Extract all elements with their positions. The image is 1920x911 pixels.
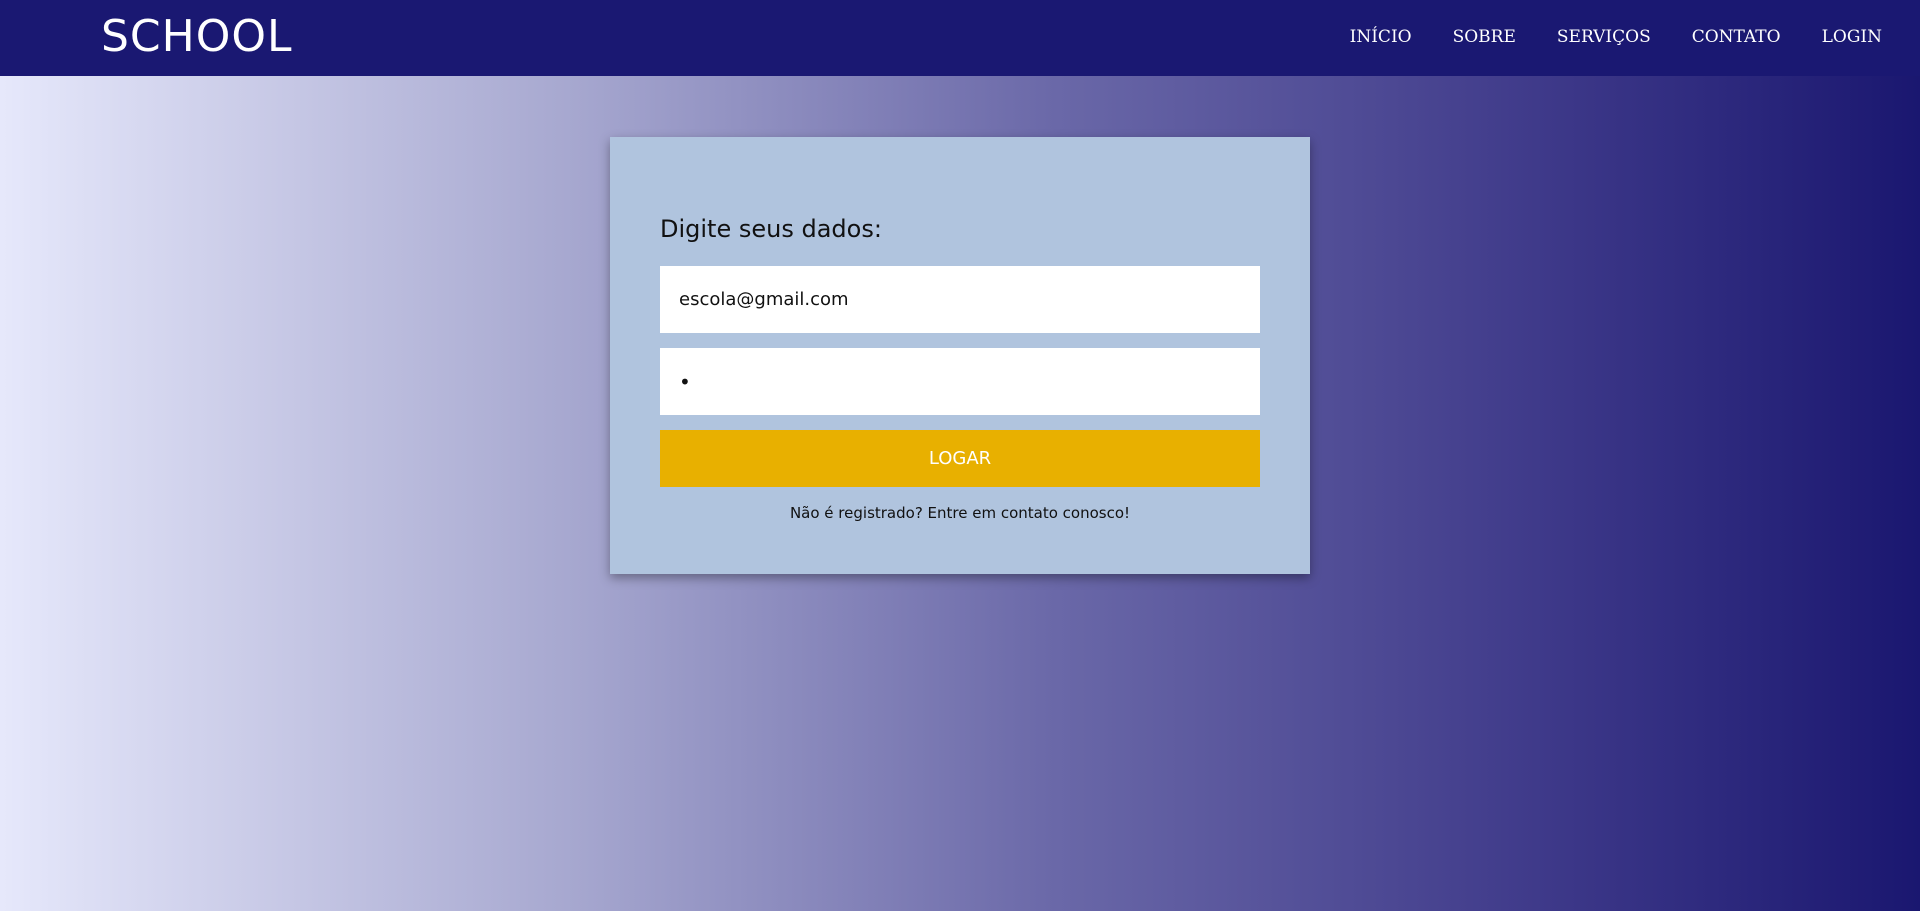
nav-link-sobre[interactable]: SOBRE (1453, 27, 1516, 47)
brand-logo[interactable]: SCHOOL (101, 12, 293, 62)
nav-link-inicio[interactable]: INÍCIO (1350, 27, 1412, 47)
main-nav: INÍCIO SOBRE SERVIÇOS CONTATO LOGIN (1350, 24, 1882, 50)
nav-link-login[interactable]: LOGIN (1822, 27, 1882, 47)
navbar: SCHOOL INÍCIO SOBRE SERVIÇOS CONTATO LOG… (0, 0, 1920, 76)
login-card: Digite seus dados: LOGAR Não é registrad… (610, 137, 1310, 574)
password-field[interactable] (660, 348, 1260, 415)
nav-link-servicos[interactable]: SERVIÇOS (1557, 27, 1651, 47)
register-note: Não é registrado? Entre em contato conos… (789, 504, 1131, 522)
login-title: Digite seus dados: (660, 215, 882, 243)
nav-link-contato[interactable]: CONTATO (1692, 27, 1781, 47)
login-button[interactable]: LOGAR (660, 430, 1260, 487)
email-field[interactable] (660, 266, 1260, 333)
